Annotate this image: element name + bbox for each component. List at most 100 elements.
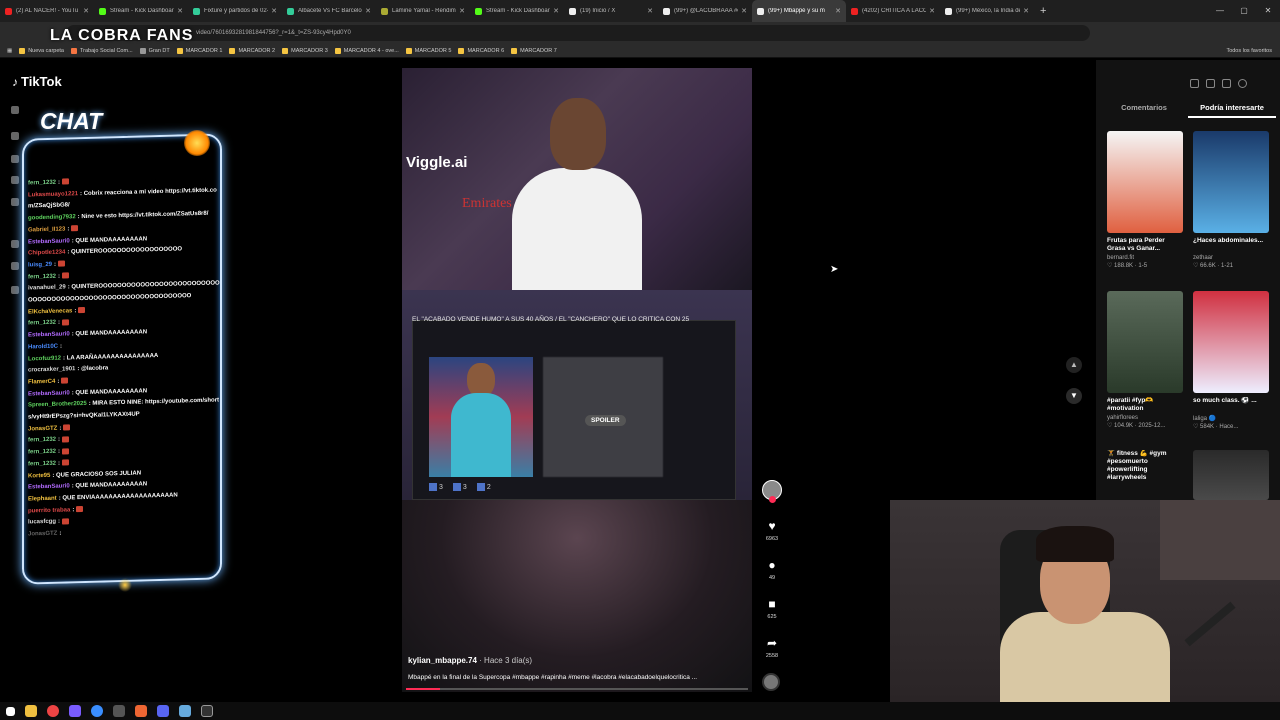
suggested-video-card[interactable]: so much class. ⚽ ... laliga 🔵 ♡ 584K · Hac… (1193, 291, 1269, 430)
browser-tab[interactable]: Albacete Vs FC Barcelona ✕ (282, 0, 376, 22)
browser-tab[interactable]: (4202) CRITICA A LACOBI✕ (846, 0, 940, 22)
like-button[interactable]: ♥ 6963 (760, 518, 784, 542)
close-icon[interactable]: ✕ (741, 7, 747, 15)
close-icon[interactable]: ✕ (83, 7, 89, 15)
chrome-icon[interactable] (47, 705, 59, 717)
close-icon[interactable]: ✕ (177, 7, 183, 15)
app-icon[interactable] (135, 705, 147, 717)
chat-username: Korte95 (28, 472, 51, 480)
suggested-video-card[interactable]: #paratii #fyp🫶 #motivation yahirflorees ♡ … (1107, 291, 1183, 429)
bookmark-item[interactable]: MARCADOR 1 (176, 47, 222, 54)
next-video-button[interactable]: ▼ (1066, 388, 1082, 404)
panel-toolbar (1190, 79, 1247, 88)
bookmark-item[interactable]: Gran DT (139, 47, 170, 54)
chat-username: fern_1232 (28, 448, 57, 456)
device-icon[interactable] (1206, 79, 1215, 88)
suggested-video-card[interactable]: 🏋️ fitness 💪 #gym #pesomuerto #powerlift… (1107, 450, 1183, 486)
browser-tab[interactable]: Fixture y partidos de 02-0 ✕ (188, 0, 282, 22)
search-icon[interactable] (11, 106, 19, 114)
video-progress-bar[interactable] (406, 688, 748, 690)
tiktok-video-player[interactable]: Emirates Viggle.ai SPOILER 3 3 2 EL "ACA… (402, 68, 752, 692)
bookmark-item[interactable]: MARCADOR 2 (229, 47, 275, 54)
tiktok-logo[interactable]: ♪ TikTok (12, 74, 62, 89)
card-caption: ¿Haces abdominales... (1193, 237, 1264, 244)
folder-icon (229, 47, 236, 54)
close-icon[interactable]: ✕ (929, 7, 935, 15)
profile-icon[interactable] (1238, 79, 1247, 88)
save-button[interactable]: ■ 625 (760, 596, 784, 620)
close-icon[interactable]: ✕ (271, 7, 277, 15)
chat-text: Cobrix reacciona a mi video https://vt.t… (28, 187, 217, 210)
close-icon[interactable]: ✕ (365, 7, 371, 15)
tiktok-logo-text: TikTok (21, 74, 62, 89)
close-icon[interactable]: ✕ (459, 7, 465, 15)
live-icon[interactable] (11, 240, 19, 248)
app-icon[interactable] (69, 705, 81, 717)
chat-username: luisg_29 (28, 261, 53, 269)
bookmark-item[interactable]: MARCADOR 7 (511, 47, 557, 54)
activity-icon[interactable] (11, 286, 19, 294)
folder-icon (176, 47, 183, 54)
follow-plus-icon[interactable] (769, 496, 776, 503)
chat-username: goodending7932 (28, 214, 76, 222)
file-explorer-icon[interactable] (25, 705, 37, 717)
minimize-icon[interactable]: — (1208, 0, 1232, 22)
obs-icon[interactable] (113, 705, 125, 717)
bookmark-item[interactable]: MARCADOR 4 - ove... (334, 47, 399, 54)
video-thumbnail (1107, 291, 1183, 393)
creator-avatar[interactable] (762, 480, 782, 503)
friends-icon[interactable] (11, 198, 19, 206)
tiktok-note-icon: ♪ (12, 74, 18, 89)
suggested-video-card[interactable] (1193, 450, 1269, 500)
close-icon[interactable]: ✕ (835, 7, 841, 15)
folder-icon (139, 47, 146, 54)
comment-button[interactable]: ● 49 (760, 557, 784, 581)
card-headline: EL "ACABADO VENDE HUMO" A SUS 40 AÑOS / … (412, 316, 690, 323)
apps-grid-icon[interactable]: ▦ (7, 48, 12, 54)
following-icon[interactable] (11, 176, 19, 184)
compass-icon[interactable] (1190, 79, 1199, 88)
close-icon[interactable]: ✕ (647, 7, 653, 15)
browser-tab[interactable]: (2) AL NACER! - YouTu ✕ (0, 0, 94, 22)
bookmark-item[interactable]: Trabajo Social Com... (70, 47, 133, 54)
chat-username: JonasGTZ (28, 425, 58, 433)
all-bookmarks[interactable]: Todos los favoritos (1226, 48, 1272, 54)
browser-tab[interactable]: Lamine Yamal - Rendimie ✕ (376, 0, 470, 22)
music-disc[interactable] (762, 673, 780, 691)
panel-tabs: Comentarios Podría interesarte (1100, 103, 1276, 118)
bookmark-item[interactable]: Nueva carpeta (19, 47, 64, 54)
app-icon[interactable] (179, 705, 191, 717)
bookmark-item[interactable]: MARCADOR 6 (458, 47, 504, 54)
new-tab-button[interactable]: + (1040, 5, 1046, 17)
maximize-icon[interactable]: ▢ (1232, 0, 1256, 22)
share-button[interactable]: ➦ 2558 (760, 635, 784, 659)
discord-icon[interactable] (157, 705, 169, 717)
suggested-video-card[interactable]: Frutas para Perder Grasa vs Ganar... bern… (1107, 131, 1183, 269)
video-author[interactable]: kylian_mbappe.74 · Hace 3 día(s) (408, 656, 532, 665)
browser-tab[interactable]: (99+) México, la India de ✕ (940, 0, 1034, 22)
download-icon[interactable] (1222, 79, 1231, 88)
suggested-video-card[interactable]: ¿Haces abdominales... zethaar ♡ 66.6K · 1-… (1193, 131, 1269, 269)
browser-tab[interactable]: (99+) Mbappé y su m ✕ (752, 0, 846, 22)
previous-video-button[interactable]: ▲ (1066, 357, 1082, 373)
close-icon[interactable]: ✕ (1023, 7, 1029, 15)
windows-start-icon[interactable] (6, 706, 15, 716)
browser-icon[interactable] (91, 705, 103, 717)
close-icon[interactable]: ✕ (553, 7, 559, 15)
chat-username: JonasGTZ (28, 530, 58, 538)
browser-tab[interactable]: (19) Inicio / X ✕ (564, 0, 658, 22)
browser-tab[interactable]: Stream - Kick Dashboard ✕ (470, 0, 564, 22)
tab-suggestions[interactable]: Podría interesarte (1188, 103, 1276, 118)
home-icon[interactable] (11, 132, 19, 140)
close-window-icon[interactable]: ✕ (1256, 0, 1280, 22)
explore-icon[interactable] (11, 155, 19, 163)
bookmark-item[interactable]: MARCADOR 5 (405, 47, 451, 54)
spoiler-badge: SPOILER (585, 415, 626, 426)
messages-icon[interactable] (11, 262, 19, 270)
browser-tab[interactable]: (99+) @LACOBRAAA #ca ✕ (658, 0, 752, 22)
bookmark-item[interactable]: MARCADOR 3 (282, 47, 328, 54)
app-icon[interactable] (201, 705, 213, 717)
url-input[interactable]: video/7601693281981844756?_r=1&_t=ZS-93c… (66, 25, 1090, 41)
tab-comments[interactable]: Comentarios (1100, 103, 1188, 118)
browser-tab[interactable]: Stream - Kick Dashboard ✕ (94, 0, 188, 22)
